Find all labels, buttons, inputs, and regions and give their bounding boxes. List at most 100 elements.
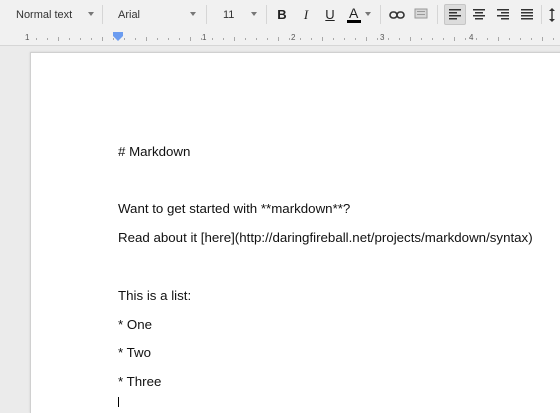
ruler-tick: [465, 38, 466, 40]
align-justify-button[interactable]: [516, 4, 538, 25]
ruler-tick: [157, 38, 158, 40]
ruler-tick: [223, 38, 224, 40]
ruler-tick: [377, 38, 378, 40]
ruler-tick: [421, 38, 422, 40]
line-spacing-button[interactable]: [544, 4, 560, 25]
ruler-tick: [498, 37, 499, 41]
doc-text-line[interactable]: Want to get started with **markdown**?: [118, 201, 350, 216]
chevron-down-icon: [251, 12, 257, 16]
ruler-tick: [146, 37, 147, 41]
text-color-icon: A: [349, 5, 359, 21]
italic-button[interactable]: I: [295, 4, 317, 25]
ruler-tick: [69, 38, 70, 40]
ruler-tick: [366, 37, 367, 41]
ruler-track: 1 1 2 3 4: [0, 33, 560, 43]
paragraph-style-select[interactable]: Normal text: [8, 0, 100, 29]
ruler-tick: [47, 38, 48, 40]
ruler-tick: [399, 38, 400, 40]
ruler-tick: [212, 38, 213, 40]
formatting-toolbar: Normal text Arial 11 B I U A: [0, 0, 560, 31]
toolbar-divider: [102, 5, 103, 24]
ruler-tick: [333, 38, 334, 40]
ruler-tick: [289, 38, 290, 40]
align-left-button[interactable]: [444, 4, 466, 25]
doc-heading-line[interactable]: # Markdown: [118, 144, 190, 159]
font-size-select[interactable]: 11: [212, 0, 262, 29]
doc-list-item[interactable]: * Three: [118, 374, 161, 389]
ruler-tick: [476, 38, 477, 40]
text-color-bar: [347, 20, 361, 23]
paragraph-style-value: Normal text: [16, 8, 73, 21]
doc-text-line[interactable]: This is a list:: [118, 288, 191, 303]
ruler-tick: [432, 38, 433, 40]
toolbar-divider: [266, 5, 267, 24]
ruler-tick: [234, 37, 235, 41]
insert-link-button[interactable]: [386, 4, 408, 25]
toolbar-divider: [437, 5, 438, 24]
toolbar-divider: [541, 5, 542, 24]
doc-list-item[interactable]: * Two: [118, 345, 151, 360]
ruler-tick: [179, 38, 180, 40]
ruler-number: 1: [202, 33, 207, 42]
ruler-tick: [168, 38, 169, 40]
chevron-down-icon: [88, 12, 94, 16]
line-spacing-icon: [549, 7, 555, 22]
doc-list-item[interactable]: * One: [118, 317, 152, 332]
ruler-tick: [355, 38, 356, 40]
ruler-tick: [443, 38, 444, 40]
comment-icon: [414, 8, 428, 19]
align-center-button[interactable]: [468, 4, 490, 25]
ruler[interactable]: 1 1 2 3 4: [0, 30, 560, 46]
text-cursor: [118, 397, 119, 407]
align-right-button[interactable]: [492, 4, 514, 25]
ruler-tick: [300, 38, 301, 40]
ruler-tick: [542, 37, 543, 41]
font-size-value: 11: [223, 8, 235, 21]
ruler-number: 3: [380, 33, 385, 42]
ruler-tick: [245, 38, 246, 40]
align-left-icon: [449, 9, 461, 20]
ruler-tick: [509, 38, 510, 40]
ruler-tick: [410, 37, 411, 41]
ruler-number: 4: [469, 33, 474, 42]
ruler-tick: [388, 38, 389, 40]
ruler-number: 2: [291, 33, 296, 42]
ruler-tick: [267, 38, 268, 40]
font-family-select[interactable]: Arial: [108, 0, 203, 29]
ruler-tick: [520, 38, 521, 40]
left-indent-marker[interactable]: [113, 36, 123, 41]
document-page[interactable]: # Markdown Want to get started with **ma…: [30, 52, 560, 413]
ruler-tick: [311, 38, 312, 40]
ruler-tick: [531, 38, 532, 40]
ruler-tick: [190, 37, 191, 41]
align-center-icon: [473, 9, 485, 20]
align-justify-icon: [521, 9, 533, 20]
align-right-icon: [497, 9, 509, 20]
ruler-tick: [58, 37, 59, 41]
text-color-button[interactable]: A: [343, 4, 373, 25]
ruler-tick: [102, 37, 103, 41]
ruler-tick: [201, 38, 202, 40]
ruler-tick: [344, 38, 345, 40]
ruler-tick: [124, 38, 125, 40]
ruler-tick: [278, 37, 279, 41]
bold-button[interactable]: B: [271, 4, 293, 25]
ruler-number: 1: [25, 33, 30, 42]
ruler-tick: [91, 38, 92, 40]
ruler-tick: [256, 38, 257, 40]
ruler-tick: [80, 38, 81, 40]
ruler-tick: [454, 37, 455, 41]
ruler-tick: [553, 38, 554, 40]
underline-button[interactable]: U: [319, 4, 341, 25]
insert-comment-button[interactable]: [410, 4, 432, 25]
toolbar-divider: [380, 5, 381, 24]
chevron-down-icon: [190, 12, 196, 16]
ruler-tick: [135, 38, 136, 40]
font-family-value: Arial: [118, 8, 141, 21]
link-icon: [389, 10, 405, 19]
ruler-tick: [487, 38, 488, 40]
doc-text-line[interactable]: Read about it [here](http://daringfireba…: [118, 230, 533, 245]
ruler-tick: [322, 37, 323, 41]
chevron-down-icon: [365, 12, 371, 16]
ruler-tick: [36, 38, 37, 40]
